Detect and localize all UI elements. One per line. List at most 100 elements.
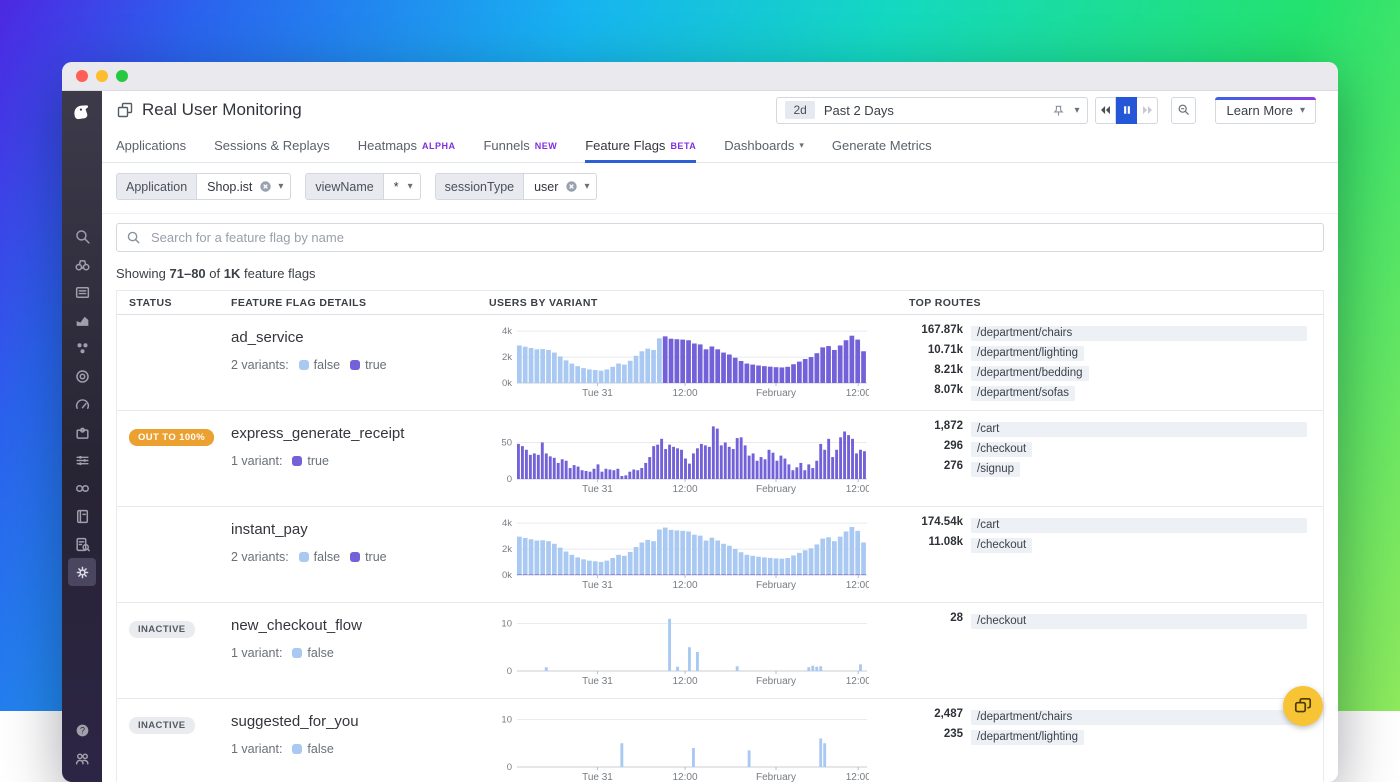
filter-pill-sessiontype[interactable]: sessionType user ▾ — [435, 173, 598, 200]
chevron-down-icon[interactable]: ▾ — [408, 181, 413, 192]
svg-text:12:00: 12:00 — [846, 388, 869, 399]
svg-text:12:00: 12:00 — [672, 580, 697, 591]
sidebar-ux-monitoring-icon[interactable] — [68, 558, 96, 586]
route-row[interactable]: 8.07k /department/sofas — [909, 383, 1307, 401]
filter-pill-application[interactable]: Application Shop.ist ▾ — [116, 173, 291, 200]
route-path: /department/chairs — [971, 326, 1307, 341]
variant-label: true — [365, 550, 387, 564]
tab-applications[interactable]: Applications ▾ — [116, 129, 186, 162]
chevron-down-icon[interactable]: ▾ — [1074, 105, 1079, 116]
sidebar-binoculars-icon[interactable] — [68, 250, 96, 278]
route-row[interactable]: 1,872 /cart — [909, 419, 1307, 437]
tab-heatmaps[interactable]: Heatmaps ALPHA ▾ — [358, 129, 456, 162]
maximize-window-button[interactable] — [116, 70, 128, 82]
rum-tab-bar: Applications ▾ Sessions & Replays ▾ Heat… — [102, 129, 1338, 163]
page-title-group: Real User Monitoring — [116, 100, 302, 120]
filter-value: Shop.ist — [197, 180, 259, 194]
feature-flag-search[interactable] — [116, 223, 1324, 252]
time-range-selector[interactable]: 2d Past 2 Days ▾ — [776, 97, 1088, 124]
route-row[interactable]: 2,487 /department/chairs — [909, 707, 1307, 725]
pause-button[interactable] — [1116, 97, 1137, 124]
status-cell — [117, 315, 231, 410]
route-path: /department/bedding — [971, 366, 1089, 381]
filter-value: user — [524, 180, 565, 194]
sidebar-cluster-icon[interactable] — [68, 334, 96, 362]
minimize-window-button[interactable] — [96, 70, 108, 82]
route-row[interactable]: 235 /department/lighting — [909, 727, 1307, 745]
sidebar-search-icon[interactable] — [68, 222, 96, 250]
rum-windows-icon — [116, 101, 134, 119]
feature-flag-name[interactable]: ad_service — [231, 329, 489, 346]
svg-text:0: 0 — [507, 762, 512, 773]
chevron-down-icon[interactable]: ▾ — [278, 181, 283, 192]
pin-icon[interactable] — [1052, 104, 1065, 117]
route-row[interactable]: 276 /signup — [909, 459, 1307, 477]
route-row[interactable]: 8.21k /department/bedding — [909, 363, 1307, 381]
sidebar-puzzle-icon[interactable] — [68, 418, 96, 446]
sidebar-filter-icon[interactable] — [68, 446, 96, 474]
sidebar-log-search-icon[interactable] — [68, 530, 96, 558]
learn-more-button[interactable]: Learn More ▾ — [1215, 97, 1316, 124]
sidebar-gauge-icon[interactable] — [68, 390, 96, 418]
svg-text:0: 0 — [507, 666, 512, 677]
route-row[interactable]: 296 /checkout — [909, 439, 1307, 457]
sidebar-target-icon[interactable] — [68, 362, 96, 390]
sidebar-org-icon[interactable] — [68, 744, 96, 772]
route-row[interactable]: 10.71k /department/lighting — [909, 343, 1307, 361]
tab-badge: ALPHA — [422, 141, 456, 151]
feature-flag-name[interactable]: new_checkout_flow — [231, 617, 489, 634]
filter-pill-viewname[interactable]: viewName * ▾ — [305, 173, 420, 200]
tab-sessions-replays[interactable]: Sessions & Replays ▾ — [214, 129, 330, 162]
sidebar-help-icon[interactable]: ? — [68, 716, 96, 744]
svg-text:February: February — [756, 580, 796, 591]
route-bar-track: /department/bedding — [971, 363, 1307, 381]
zoom-out-button[interactable] — [1171, 97, 1196, 124]
route-row[interactable]: 174.54k /cart — [909, 515, 1307, 533]
top-routes-cell: 28 /checkout — [909, 603, 1323, 698]
session-replay-fab[interactable] — [1283, 686, 1323, 726]
search-input[interactable] — [149, 229, 1314, 246]
time-playback-controls — [1095, 97, 1158, 124]
svg-text:Tue 31: Tue 31 — [582, 484, 613, 495]
route-count: 28 — [909, 611, 963, 626]
remove-filter-icon[interactable] — [259, 180, 272, 193]
variant-color-chip — [292, 648, 302, 658]
svg-text:Tue 31: Tue 31 — [582, 676, 613, 687]
variant-legend-item: true — [292, 454, 329, 468]
feature-flag-name[interactable]: instant_pay — [231, 521, 489, 538]
top-routes-cell: 1,872 /cart 296 /checkout 276 /signup — [909, 411, 1323, 506]
variant-label: true — [307, 454, 329, 468]
feature-flag-name[interactable]: suggested_for_you — [231, 713, 489, 730]
route-row[interactable]: 11.08k /checkout — [909, 535, 1307, 553]
tab-feature-flags[interactable]: Feature Flags BETA ▾ — [585, 129, 696, 162]
sidebar-notebook-icon[interactable] — [68, 502, 96, 530]
feature-flag-name[interactable]: express_generate_receipt — [231, 425, 489, 442]
variant-legend-item: false — [299, 358, 340, 372]
tab-label: Sessions & Replays — [214, 138, 330, 153]
remove-filter-icon[interactable] — [565, 180, 578, 193]
variant-color-chip — [299, 360, 309, 370]
chevron-down-icon[interactable]: ▾ — [584, 181, 589, 192]
route-bar-track: /department/lighting — [971, 343, 1307, 361]
route-path: /checkout — [971, 614, 1307, 629]
variant-legend-item: false — [292, 742, 333, 756]
tab-dashboards[interactable]: Dashboards ▾ — [724, 129, 804, 162]
feature-flag-row: instant_pay 2 variants: false true 4k2k0… — [117, 507, 1323, 603]
rewind-button[interactable] — [1095, 97, 1116, 124]
fast-forward-button[interactable] — [1137, 97, 1158, 124]
route-row[interactable]: 167.87k /department/chairs — [909, 323, 1307, 341]
filter-key: viewName — [306, 174, 383, 199]
route-bar-track: /signup — [971, 459, 1307, 477]
sidebar-area-chart-icon[interactable] — [68, 306, 96, 334]
users-by-variant-chart: 500Tue 3112:00February12:00 — [489, 419, 869, 496]
datadog-logo[interactable] — [70, 101, 95, 126]
route-row[interactable]: 28 /checkout — [909, 611, 1307, 629]
close-window-button[interactable] — [76, 70, 88, 82]
svg-text:12:00: 12:00 — [672, 676, 697, 687]
page-title: Real User Monitoring — [142, 100, 302, 120]
tab-funnels[interactable]: Funnels NEW ▾ — [483, 129, 557, 162]
sidebar-list-icon[interactable] — [68, 278, 96, 306]
sidebar-link-icon[interactable] — [68, 474, 96, 502]
tab-generate-metrics[interactable]: Generate Metrics ▾ — [832, 129, 932, 162]
variant-label: true — [365, 358, 387, 372]
